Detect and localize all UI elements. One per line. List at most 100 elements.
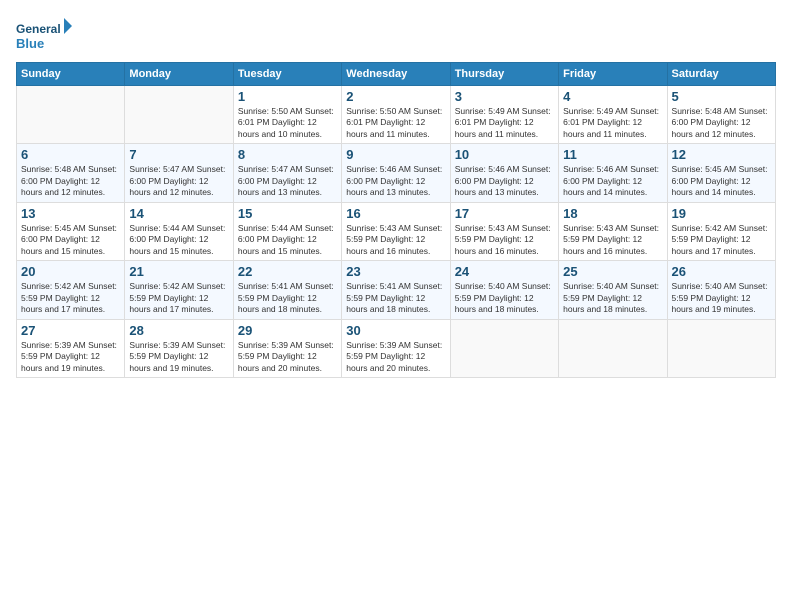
day-number: 20 <box>21 264 120 279</box>
day-number: 27 <box>21 323 120 338</box>
day-number: 24 <box>455 264 554 279</box>
day-number: 4 <box>563 89 662 104</box>
weekday-header-friday: Friday <box>559 63 667 86</box>
calendar-cell: 1Sunrise: 5:50 AM Sunset: 6:01 PM Daylig… <box>233 86 341 144</box>
day-info: Sunrise: 5:46 AM Sunset: 6:00 PM Dayligh… <box>455 164 554 198</box>
day-number: 11 <box>563 147 662 162</box>
weekday-header-wednesday: Wednesday <box>342 63 450 86</box>
day-number: 30 <box>346 323 445 338</box>
day-info: Sunrise: 5:44 AM Sunset: 6:00 PM Dayligh… <box>238 223 337 257</box>
calendar-cell <box>125 86 233 144</box>
calendar-cell: 18Sunrise: 5:43 AM Sunset: 5:59 PM Dayli… <box>559 202 667 260</box>
logo: General Blue <box>16 16 72 56</box>
weekday-header-thursday: Thursday <box>450 63 558 86</box>
calendar-cell: 23 Sunrise: 5:41 AM Sunset: 5:59 PM Dayli… <box>342 261 450 319</box>
day-info: Sunrise: 5:47 AM Sunset: 6:00 PM Dayligh… <box>129 164 228 198</box>
day-info: Sunrise: 5:39 AM Sunset: 5:59 PM Dayligh… <box>129 340 228 374</box>
weekday-header-row: SundayMondayTuesdayWednesdayThursdayFrid… <box>17 63 776 86</box>
day-info: Sunrise: 5:48 AM Sunset: 6:00 PM Dayligh… <box>21 164 120 198</box>
day-number: 5 <box>672 89 771 104</box>
calendar-cell: 20 Sunrise: 5:42 AM Sunset: 5:59 PM Dayli… <box>17 261 125 319</box>
weekday-header-saturday: Saturday <box>667 63 775 86</box>
calendar-cell: 15 Sunrise: 5:44 AM Sunset: 6:00 PM Dayli… <box>233 202 341 260</box>
calendar-cell: 3Sunrise: 5:49 AM Sunset: 6:01 PM Daylig… <box>450 86 558 144</box>
day-info: Sunrise: 5:50 AM Sunset: 6:01 PM Dayligh… <box>346 106 445 140</box>
calendar-cell <box>450 319 558 377</box>
day-info: Sunrise: 5:44 AM Sunset: 6:00 PM Dayligh… <box>129 223 228 257</box>
calendar-week-row: 20 Sunrise: 5:42 AM Sunset: 5:59 PM Dayli… <box>17 261 776 319</box>
day-number: 25 <box>563 264 662 279</box>
day-number: 21 <box>129 264 228 279</box>
day-number: 6 <box>21 147 120 162</box>
calendar-cell: 29Sunrise: 5:39 AM Sunset: 5:59 PM Dayli… <box>233 319 341 377</box>
day-info: Sunrise: 5:41 AM Sunset: 5:59 PM Dayligh… <box>238 281 337 315</box>
weekday-header-tuesday: Tuesday <box>233 63 341 86</box>
weekday-header-monday: Monday <box>125 63 233 86</box>
day-info: Sunrise: 5:39 AM Sunset: 5:59 PM Dayligh… <box>238 340 337 374</box>
calendar-table: SundayMondayTuesdayWednesdayThursdayFrid… <box>16 62 776 378</box>
day-info: Sunrise: 5:46 AM Sunset: 6:00 PM Dayligh… <box>346 164 445 198</box>
day-info: Sunrise: 5:43 AM Sunset: 5:59 PM Dayligh… <box>346 223 445 257</box>
day-info: Sunrise: 5:43 AM Sunset: 5:59 PM Dayligh… <box>455 223 554 257</box>
day-number: 28 <box>129 323 228 338</box>
calendar-cell: 12Sunrise: 5:45 AM Sunset: 6:00 PM Dayli… <box>667 144 775 202</box>
calendar-cell: 17 Sunrise: 5:43 AM Sunset: 5:59 PM Dayli… <box>450 202 558 260</box>
calendar-cell: 19 Sunrise: 5:42 AM Sunset: 5:59 PM Dayli… <box>667 202 775 260</box>
calendar-cell: 10 Sunrise: 5:46 AM Sunset: 6:00 PM Dayli… <box>450 144 558 202</box>
calendar-cell: 28 Sunrise: 5:39 AM Sunset: 5:59 PM Dayli… <box>125 319 233 377</box>
day-info: Sunrise: 5:42 AM Sunset: 5:59 PM Dayligh… <box>21 281 120 315</box>
calendar-cell: 26 Sunrise: 5:40 AM Sunset: 5:59 PM Dayli… <box>667 261 775 319</box>
calendar-cell: 13 Sunrise: 5:45 AM Sunset: 6:00 PM Dayli… <box>17 202 125 260</box>
day-info: Sunrise: 5:47 AM Sunset: 6:00 PM Dayligh… <box>238 164 337 198</box>
calendar-cell: 2Sunrise: 5:50 AM Sunset: 6:01 PM Daylig… <box>342 86 450 144</box>
day-number: 19 <box>672 206 771 221</box>
calendar-cell: 14 Sunrise: 5:44 AM Sunset: 6:00 PM Dayli… <box>125 202 233 260</box>
day-info: Sunrise: 5:41 AM Sunset: 5:59 PM Dayligh… <box>346 281 445 315</box>
day-number: 22 <box>238 264 337 279</box>
day-info: Sunrise: 5:42 AM Sunset: 5:59 PM Dayligh… <box>672 223 771 257</box>
calendar-cell: 7Sunrise: 5:47 AM Sunset: 6:00 PM Daylig… <box>125 144 233 202</box>
day-info: Sunrise: 5:39 AM Sunset: 5:59 PM Dayligh… <box>346 340 445 374</box>
day-number: 9 <box>346 147 445 162</box>
calendar-week-row: 6 Sunrise: 5:48 AM Sunset: 6:00 PM Daylig… <box>17 144 776 202</box>
day-number: 13 <box>21 206 120 221</box>
calendar-cell: 16 Sunrise: 5:43 AM Sunset: 5:59 PM Dayli… <box>342 202 450 260</box>
calendar-cell: 11 Sunrise: 5:46 AM Sunset: 6:00 PM Dayli… <box>559 144 667 202</box>
day-info: Sunrise: 5:45 AM Sunset: 6:00 PM Dayligh… <box>21 223 120 257</box>
calendar-cell: 4Sunrise: 5:49 AM Sunset: 6:01 PM Daylig… <box>559 86 667 144</box>
day-number: 16 <box>346 206 445 221</box>
calendar-cell: 21 Sunrise: 5:42 AM Sunset: 5:59 PM Dayli… <box>125 261 233 319</box>
calendar-cell: 22 Sunrise: 5:41 AM Sunset: 5:59 PM Dayli… <box>233 261 341 319</box>
day-number: 1 <box>238 89 337 104</box>
svg-text:General: General <box>16 22 61 36</box>
day-number: 23 <box>346 264 445 279</box>
day-number: 26 <box>672 264 771 279</box>
calendar-week-row: 27 Sunrise: 5:39 AM Sunset: 5:59 PM Dayli… <box>17 319 776 377</box>
day-number: 3 <box>455 89 554 104</box>
day-number: 10 <box>455 147 554 162</box>
calendar-cell <box>559 319 667 377</box>
calendar-cell: 27Sunrise: 5:39 AM Sunset: 5:59 PM Dayli… <box>17 319 125 377</box>
logo-svg: General Blue <box>16 16 72 56</box>
day-info: Sunrise: 5:46 AM Sunset: 6:00 PM Dayligh… <box>563 164 662 198</box>
calendar-cell: 25 Sunrise: 5:40 AM Sunset: 5:59 PM Dayli… <box>559 261 667 319</box>
calendar-cell: 30 Sunrise: 5:39 AM Sunset: 5:59 PM Dayli… <box>342 319 450 377</box>
weekday-header-sunday: Sunday <box>17 63 125 86</box>
calendar-cell: 8Sunrise: 5:47 AM Sunset: 6:00 PM Daylig… <box>233 144 341 202</box>
calendar-week-row: 1 Sunrise: 5:50 AM Sunset: 6:01 PM Daylig… <box>17 86 776 144</box>
calendar-cell: 24Sunrise: 5:40 AM Sunset: 5:59 PM Dayli… <box>450 261 558 319</box>
calendar-cell: 5 Sunrise: 5:48 AM Sunset: 6:00 PM Daylig… <box>667 86 775 144</box>
calendar-cell <box>17 86 125 144</box>
calendar-cell: 9 Sunrise: 5:46 AM Sunset: 6:00 PM Daylig… <box>342 144 450 202</box>
day-number: 17 <box>455 206 554 221</box>
day-info: Sunrise: 5:48 AM Sunset: 6:00 PM Dayligh… <box>672 106 771 140</box>
day-info: Sunrise: 5:42 AM Sunset: 5:59 PM Dayligh… <box>129 281 228 315</box>
day-info: Sunrise: 5:40 AM Sunset: 5:59 PM Dayligh… <box>563 281 662 315</box>
svg-text:Blue: Blue <box>16 36 44 51</box>
day-info: Sunrise: 5:43 AM Sunset: 5:59 PM Dayligh… <box>563 223 662 257</box>
day-number: 14 <box>129 206 228 221</box>
day-number: 15 <box>238 206 337 221</box>
day-number: 12 <box>672 147 771 162</box>
day-info: Sunrise: 5:40 AM Sunset: 5:59 PM Dayligh… <box>672 281 771 315</box>
calendar-week-row: 13 Sunrise: 5:45 AM Sunset: 6:00 PM Dayli… <box>17 202 776 260</box>
